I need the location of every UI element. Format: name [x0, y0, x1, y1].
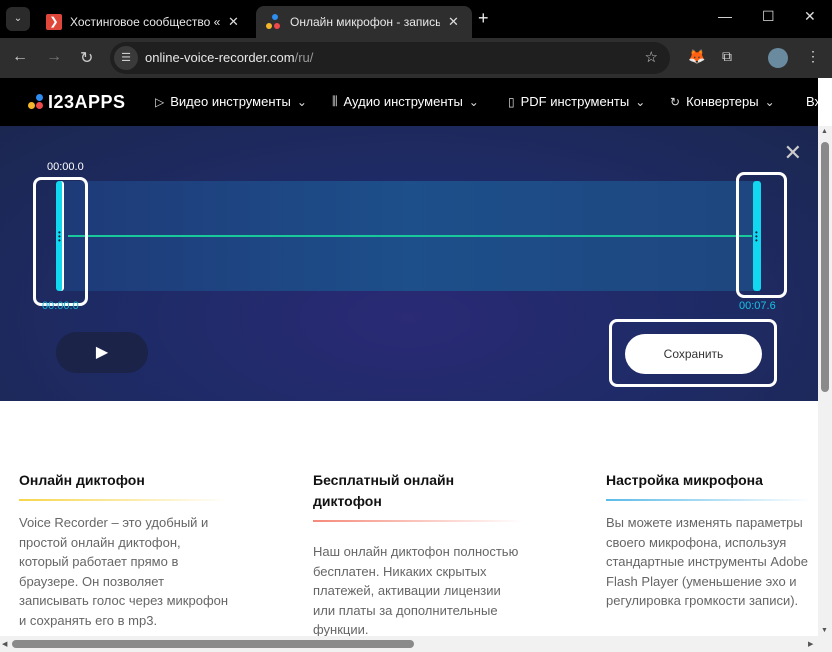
tab-voice-recorder[interactable]: Онлайн микрофон - запись голоса ✕: [256, 6, 472, 38]
browser-menu-icon[interactable]: ⋮: [806, 48, 820, 65]
menu-converters[interactable]: ↻ Конвертеры ⌄: [670, 94, 775, 109]
play-button[interactable]: ▶: [56, 332, 148, 373]
site-settings-icon[interactable]: ☰: [114, 46, 138, 70]
tab-timeweb[interactable]: ❯ Хостинговое сообщество «Timeweb» ✕: [36, 6, 254, 38]
feature-online-recorder: Онлайн диктофон Voice Recorder – это удо…: [19, 472, 229, 628]
maximize-button[interactable]: ☐: [762, 8, 775, 25]
close-icon[interactable]: ✕: [784, 140, 802, 166]
heading-underline: [19, 499, 229, 501]
save-button[interactable]: Сохранить: [625, 334, 762, 374]
highlight-frame: [33, 177, 88, 306]
audio-trim-editor: ✕ 00:00.0 • • • • • • 00:00.0 00:07.6 ▶ Сохр…: [0, 126, 818, 401]
pdf-file-icon: ▯: [508, 94, 515, 109]
site-header: I23APPS ▷ Видео инструменты ⌄ ⫼ Аудио инстр…: [0, 78, 821, 126]
heading-underline: [606, 499, 811, 501]
close-tab-icon[interactable]: ✕: [448, 14, 459, 30]
scroll-right-icon[interactable]: ▶: [808, 640, 813, 648]
convert-icon: ↻: [670, 94, 681, 109]
scrollbar-thumb[interactable]: [12, 640, 414, 648]
menu-audio-tools[interactable]: ⫼ Аудио инструменты ⌄: [332, 94, 479, 109]
profile-avatar[interactable]: [768, 48, 788, 68]
scrollbar-thumb[interactable]: [821, 142, 829, 392]
reload-button[interactable]: ↻: [80, 48, 93, 68]
waveform-line: [68, 235, 752, 237]
extensions-puzzle-icon[interactable]: ⧉: [722, 48, 732, 65]
scroll-down-icon[interactable]: ▼: [821, 627, 828, 634]
heading-underline: [313, 520, 523, 522]
site-logo[interactable]: I23APPS: [28, 92, 126, 113]
scroll-up-icon[interactable]: ▲: [821, 128, 828, 135]
address-bar: ← → ↻ ☰ online-voice-recorder.com/ru/ ☆ …: [0, 38, 832, 78]
close-window-button[interactable]: ✕: [804, 8, 816, 25]
horizontal-scrollbar[interactable]: ◀ ▶: [0, 636, 832, 652]
close-tab-icon[interactable]: ✕: [228, 14, 239, 30]
highlight-frame: [736, 172, 787, 298]
audio-wave-icon: ⫼: [332, 94, 338, 108]
chevron-down-icon: ⌄: [468, 94, 479, 109]
menu-login[interactable]: Вх: [806, 94, 821, 109]
chevron-down-icon: ⌄: [635, 94, 646, 109]
video-icon: ▷: [155, 94, 165, 109]
start-time-bottom-label: 00:00.0: [42, 300, 79, 312]
menu-pdf-tools[interactable]: ▯ PDF инструменты ⌄: [508, 94, 645, 109]
bookmark-star-icon[interactable]: ☆: [645, 48, 658, 66]
chevron-down-icon: ⌄: [296, 94, 307, 109]
scroll-left-icon[interactable]: ◀: [2, 640, 7, 648]
back-button[interactable]: ←: [12, 48, 28, 66]
chevron-down-icon: ⌄: [764, 94, 775, 109]
tab-bar: ⌄ ❯ Хостинговое сообщество «Timeweb» ✕ О…: [0, 0, 832, 38]
play-icon: ▶: [95, 344, 109, 361]
logo-dots-icon: [28, 94, 44, 110]
start-time-label: 00:00.0: [47, 161, 84, 173]
url-field[interactable]: ☰ online-voice-recorder.com/ru/ ☆: [110, 42, 670, 74]
123apps-favicon-icon: [266, 14, 282, 30]
content-area: Онлайн диктофон Voice Recorder – это удо…: [0, 401, 818, 636]
new-tab-button[interactable]: +: [478, 8, 489, 29]
end-time-label: 00:07.6: [739, 300, 776, 312]
metamask-extension-icon[interactable]: 🦊: [688, 48, 705, 65]
feature-mic-settings: Настройка микрофона Вы можете изменять п…: [606, 470, 811, 611]
minimize-button[interactable]: —: [718, 8, 732, 24]
forward-button[interactable]: →: [46, 48, 62, 66]
tab-search-button[interactable]: ⌄: [6, 7, 30, 31]
timeweb-favicon-icon: ❯: [46, 14, 62, 30]
menu-video-tools[interactable]: ▷ Видео инструменты ⌄: [155, 94, 307, 109]
feature-free-recorder: Бесплатный онлайн диктофон Наш онлайн ди…: [313, 470, 523, 636]
vertical-scrollbar[interactable]: ▲ ▼: [818, 126, 832, 636]
